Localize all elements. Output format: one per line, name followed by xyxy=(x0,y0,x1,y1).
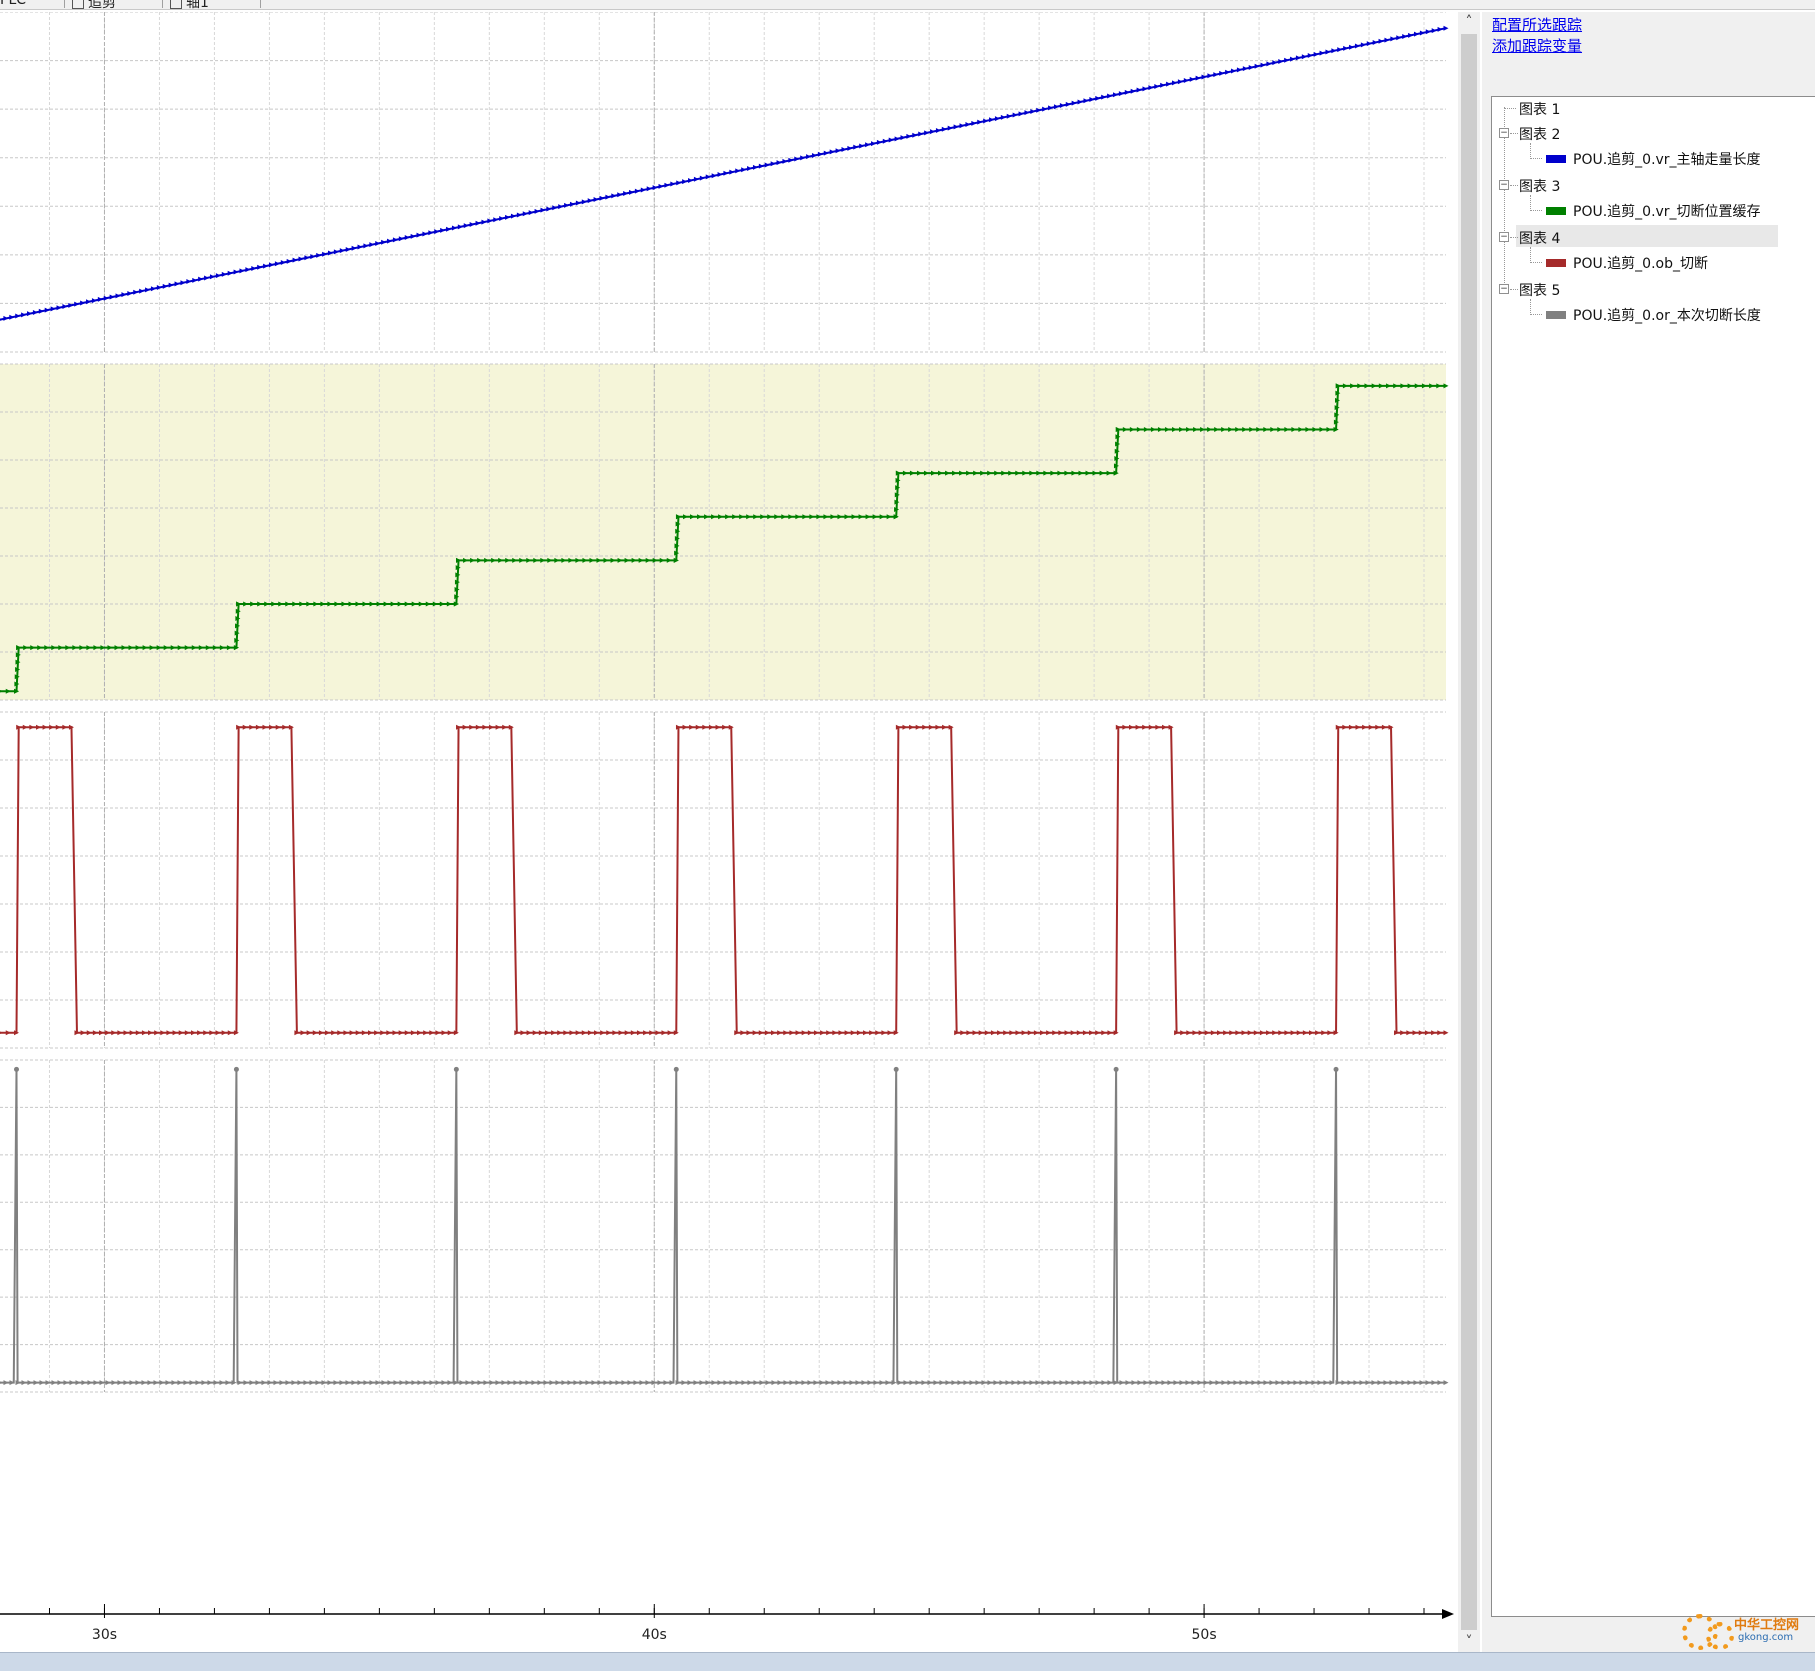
tree-chart-3[interactable]: 图表 3 xyxy=(1519,176,1560,196)
tree-line xyxy=(1504,108,1516,109)
tree-line xyxy=(1510,237,1518,238)
series-color-swatch xyxy=(1546,311,1566,319)
tree-variable-2[interactable]: POU.追剪_0.vr_主轴走量长度 xyxy=(1573,149,1761,169)
tree-chart-1[interactable]: 图表 1 xyxy=(1519,99,1560,119)
tree-line xyxy=(1510,289,1518,290)
trace-tree: 图表 1 − 图表 2 POU.追剪_0.vr_主轴走量长度 − 图表 3 PO… xyxy=(1491,96,1815,1617)
tree-line xyxy=(1530,314,1542,315)
tab-axis1[interactable]: 轴1 xyxy=(164,0,261,10)
configure-selected-trace-link[interactable]: 配置所选跟踪 xyxy=(1492,14,1582,35)
axis-tick-label: 50s xyxy=(1192,1627,1217,1643)
panel-background xyxy=(0,1060,1446,1392)
tab-label: PLC xyxy=(0,0,27,8)
axis-tick-label: 30s xyxy=(92,1627,117,1643)
tree-variable-3[interactable]: POU.追剪_0.vr_切断位置缓存 xyxy=(1573,201,1761,221)
chart-panel-4 xyxy=(0,711,1449,1049)
tab-chase-shear[interactable]: 追剪 xyxy=(66,0,163,10)
time-axis: 30s 40s 50s xyxy=(0,1604,1454,1643)
panel-background xyxy=(0,364,1446,700)
gear-icon xyxy=(1706,1622,1734,1650)
panel-background xyxy=(0,712,1446,1048)
collapse-icon[interactable]: − xyxy=(1499,232,1509,242)
trace-plot-area[interactable]: 30s 40s 50s xyxy=(0,12,1456,1652)
watermark-url: gkong.com xyxy=(1738,1632,1794,1643)
chart-panel-2 xyxy=(0,12,1449,353)
scroll-thumb[interactable] xyxy=(1461,34,1477,1630)
tree-chart-4[interactable]: 图表 4 xyxy=(1519,228,1560,248)
watermark-title: 中华工控网 xyxy=(1734,1618,1800,1633)
tree-variable-4[interactable]: POU.追剪_0.ob_切断 xyxy=(1573,253,1708,273)
tree-line xyxy=(1510,185,1518,186)
tree-line xyxy=(1530,143,1531,159)
vertical-scrollbar[interactable]: ˄ ˅ xyxy=(1458,12,1480,1652)
tab-label: 轴1 xyxy=(186,0,209,10)
collapse-icon[interactable]: − xyxy=(1499,284,1509,294)
tree-line xyxy=(1530,158,1542,159)
sample-point xyxy=(1113,1066,1119,1072)
tree-line xyxy=(1530,210,1542,211)
series-color-swatch xyxy=(1546,259,1566,267)
tab-plc[interactable]: PLC xyxy=(0,0,65,8)
trace-config-panel: 配置所选跟踪 添加跟踪变量 图表 1 − 图表 2 POU.追剪_0.vr_主轴… xyxy=(1482,12,1815,1652)
scroll-up-arrow-icon[interactable]: ˄ xyxy=(1458,12,1480,32)
tree-chart-5[interactable]: 图表 5 xyxy=(1519,280,1560,300)
add-trace-variable-link[interactable]: 添加跟踪变量 xyxy=(1492,35,1582,56)
trace-panels xyxy=(0,12,1449,1393)
series-color-swatch xyxy=(1546,155,1566,163)
tab-bar: PLC 追剪 轴1 xyxy=(0,0,1815,10)
axis-arrow-icon xyxy=(1442,1609,1454,1619)
tree-line xyxy=(1510,133,1518,134)
scroll-down-arrow-icon[interactable]: ˅ xyxy=(1458,1632,1480,1652)
chart-panel-3 xyxy=(0,363,1449,701)
sample-point xyxy=(893,1066,899,1072)
sample-point xyxy=(13,1066,19,1072)
collapse-icon[interactable]: − xyxy=(1499,128,1509,138)
tree-chart-2[interactable]: 图表 2 xyxy=(1519,124,1560,144)
trace-icon xyxy=(170,0,182,9)
series-color-swatch xyxy=(1546,207,1566,215)
sample-point xyxy=(453,1066,459,1072)
sample-point xyxy=(673,1066,679,1072)
collapse-icon[interactable]: − xyxy=(1499,180,1509,190)
status-bar xyxy=(0,1652,1815,1671)
sample-point xyxy=(233,1066,239,1072)
tree-line xyxy=(1530,262,1542,263)
axis-tick-label: 40s xyxy=(642,1627,667,1643)
site-watermark: 中华工控网 gkong.com xyxy=(1680,1610,1810,1650)
tab-label: 追剪 xyxy=(88,0,116,10)
chart-panel-5 xyxy=(0,1059,1449,1393)
sample-point xyxy=(1333,1066,1339,1072)
tree-variable-5[interactable]: POU.追剪_0.or_本次切断长度 xyxy=(1573,305,1761,325)
tree-line xyxy=(1530,195,1531,211)
tree-line xyxy=(1530,247,1531,263)
tree-line xyxy=(1530,299,1531,315)
panel-background xyxy=(0,12,1446,352)
trace-icon xyxy=(72,0,84,9)
